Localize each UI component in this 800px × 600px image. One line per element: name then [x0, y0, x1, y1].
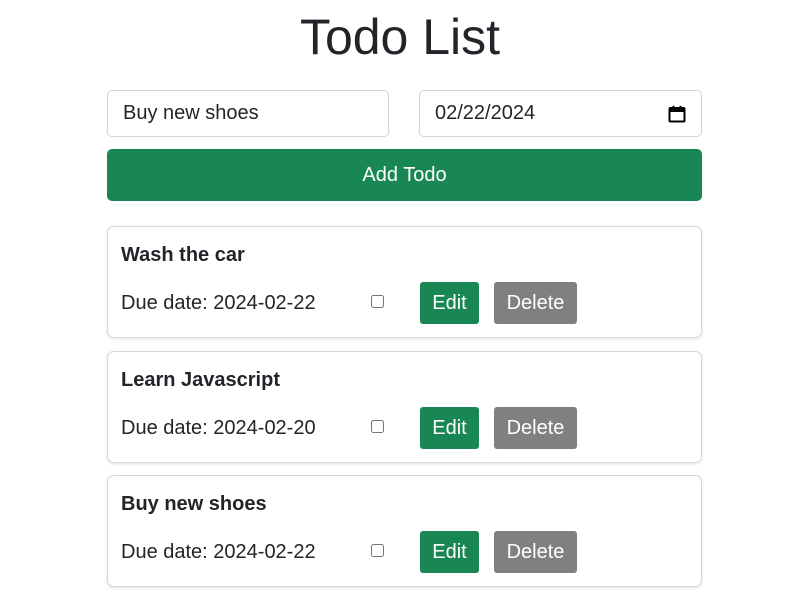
edit-button[interactable]: Edit — [420, 282, 479, 324]
todo-item: Buy new shoes Due date: 2024-02-22 Edit … — [107, 475, 702, 587]
todo-item: Wash the car Due date: 2024-02-22 Edit D… — [107, 226, 702, 338]
todo-text-input[interactable] — [107, 90, 389, 137]
todo-title: Wash the car — [121, 244, 245, 266]
todo-due-date: Due date: 2024-02-20 — [121, 417, 316, 439]
todo-due-date: Due date: 2024-02-22 — [121, 541, 316, 563]
todo-complete-checkbox[interactable] — [371, 295, 384, 308]
edit-button[interactable]: Edit — [420, 407, 479, 449]
todo-title: Learn Javascript — [121, 369, 280, 391]
due-date-input[interactable]: 02/22/2024 — [419, 90, 702, 137]
todo-complete-checkbox[interactable] — [371, 420, 384, 433]
calendar-icon[interactable] — [668, 105, 686, 123]
delete-button[interactable]: Delete — [494, 407, 577, 449]
date-value: 02/22/2024 — [435, 102, 536, 124]
add-todo-button[interactable]: Add Todo — [107, 149, 702, 201]
delete-button[interactable]: Delete — [494, 282, 577, 324]
edit-button[interactable]: Edit — [420, 531, 479, 573]
todo-due-date: Due date: 2024-02-22 — [121, 292, 316, 314]
delete-button[interactable]: Delete — [494, 531, 577, 573]
todo-complete-checkbox[interactable] — [371, 544, 384, 557]
todo-item: Learn Javascript Due date: 2024-02-20 Ed… — [107, 351, 702, 463]
page-title: Todo List — [299, 9, 501, 65]
todo-title: Buy new shoes — [121, 493, 267, 515]
